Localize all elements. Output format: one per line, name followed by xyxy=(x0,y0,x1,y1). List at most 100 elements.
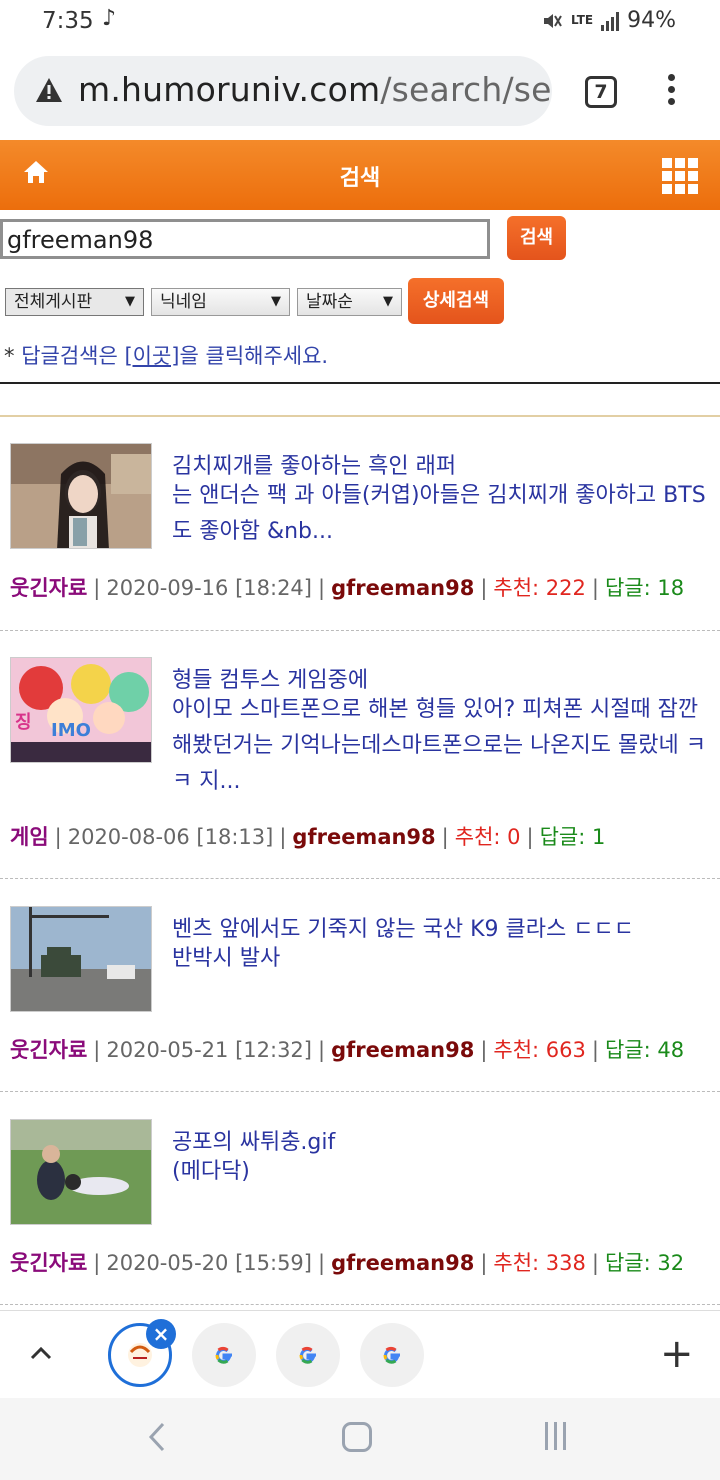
address-bar[interactable]: m.humoruniv.com/search/sea xyxy=(14,56,552,126)
reply-count: 48 xyxy=(657,1038,685,1062)
reply-label: 답글: xyxy=(604,576,651,600)
search-form: gfreeman98 검색 xyxy=(0,216,720,262)
sort-select-value: 날짜순 xyxy=(306,292,353,312)
reply-search-link[interactable]: [이곳] xyxy=(124,344,179,368)
post-title[interactable]: 김치찌개를 좋아하는 흑인 래퍼 xyxy=(172,448,717,480)
url-host: m.humoruniv.com xyxy=(78,70,381,109)
post-meta: 웃긴자료 | 2020-09-16 [18:24] | gfreeman98 | 추천: 2… xyxy=(10,576,685,600)
post-category[interactable]: 웃긴자료 xyxy=(10,1038,87,1062)
post-category[interactable]: 웃긴자료 xyxy=(10,1251,87,1275)
post-author[interactable]: gfreeman98 xyxy=(331,576,474,600)
google-icon xyxy=(215,1346,232,1364)
tab-google[interactable] xyxy=(276,1323,340,1387)
post-author[interactable]: gfreeman98 xyxy=(292,825,435,849)
svg-text:IMO: IMO xyxy=(51,720,91,741)
reply-label: 답글: xyxy=(604,1038,651,1062)
sort-select[interactable]: 날짜순 ▼ xyxy=(297,288,402,316)
close-icon[interactable]: × xyxy=(146,1319,176,1349)
post-date: 2020-08-06 [18:13] xyxy=(67,825,274,849)
detail-search-button[interactable]: 상세검색 xyxy=(408,278,504,324)
chevron-up-icon[interactable] xyxy=(28,1341,54,1367)
field-select[interactable]: 닉네임 ▼ xyxy=(151,288,290,316)
post-meta: 게임 | 2020-08-06 [18:13] | gfreeman98 | 추천: 0 | 답… xyxy=(10,825,606,849)
dropdown-arrow-icon: ▼ xyxy=(271,294,281,309)
divider xyxy=(0,1091,720,1092)
board-select[interactable]: 전체게시판 ▼ xyxy=(5,288,144,316)
page-title: 검색 xyxy=(339,166,381,191)
plus-icon[interactable]: + xyxy=(660,1331,694,1377)
reply-label: 답글: xyxy=(539,825,586,849)
reply-count: 32 xyxy=(657,1251,685,1275)
post-date: 2020-05-21 [12:32] xyxy=(106,1038,312,1062)
status-bar: 7:35 ♪ LTE 94% xyxy=(0,0,720,46)
search-button[interactable]: 검색 xyxy=(507,216,566,260)
warning-icon[interactable] xyxy=(34,76,64,104)
svg-text:징: 징 xyxy=(15,712,32,733)
network-label: LTE xyxy=(571,13,594,27)
recommend-count: 222 xyxy=(545,576,586,600)
post-date: 2020-05-20 [15:59] xyxy=(106,1251,312,1275)
google-icon xyxy=(299,1346,316,1364)
notice-bullet: * xyxy=(4,344,22,368)
post-excerpt: 반박시 발사 xyxy=(172,946,281,971)
post-thumbnail[interactable] xyxy=(10,906,152,1012)
url-path: /search/sea xyxy=(380,70,552,109)
tab-google[interactable] xyxy=(360,1323,424,1387)
post-excerpt: 아이모 스마트폰으로 해본 형들 있어? 피쳐폰 시절때 잠깐 해봤던거는 기억… xyxy=(172,697,706,794)
post-thumbnail[interactable] xyxy=(10,1119,152,1225)
post-excerpt: (메다닥) xyxy=(172,1159,250,1184)
recent-apps-icon[interactable] xyxy=(545,1422,566,1450)
more-menu-icon[interactable] xyxy=(664,74,678,108)
recommend-count: 663 xyxy=(545,1038,586,1062)
dropdown-arrow-icon: ▼ xyxy=(125,294,135,309)
status-time: 7:35 xyxy=(42,8,94,34)
filter-row: 전체게시판 ▼ 닉네임 ▼ 날짜순 ▼ 상세검색 xyxy=(0,278,720,328)
post-title[interactable]: 형들 컴투스 게임중에 xyxy=(172,662,717,694)
recommend-count: 338 xyxy=(545,1251,586,1275)
recommend-label: 추천: xyxy=(493,1038,540,1062)
site-header: 검색 xyxy=(0,140,720,210)
notice-text-before: 답글검색은 xyxy=(21,344,125,368)
search-input[interactable]: gfreeman98 xyxy=(0,219,490,259)
dropdown-arrow-icon: ▼ xyxy=(383,294,393,309)
post-title[interactable]: 공포의 싸튀충.gif xyxy=(172,1124,717,1156)
post-thumbnail[interactable]: 징 IMO xyxy=(10,657,152,763)
tab-strip: × + xyxy=(0,1310,720,1398)
divider xyxy=(0,1304,720,1305)
notice-text-after: 을 클릭해주세요. xyxy=(179,344,329,368)
reply-search-notice: * 답글검색은 [이곳]을 클릭해주세요. xyxy=(4,340,328,370)
signal-icon xyxy=(601,11,620,31)
tab-switcher-button[interactable]: 7 xyxy=(585,76,617,108)
divider xyxy=(0,630,720,631)
post-title[interactable]: 벤츠 앞에서도 기죽지 않는 국산 K9 클라스 ㄷㄷㄷ xyxy=(172,911,717,943)
reply-label: 답글: xyxy=(604,1251,651,1275)
post-category[interactable]: 게임 xyxy=(10,825,49,849)
field-select-value: 닉네임 xyxy=(160,292,207,312)
post-thumbnail[interactable] xyxy=(10,443,152,549)
mute-icon xyxy=(544,13,562,28)
reply-count: 18 xyxy=(657,576,685,600)
tab-google[interactable] xyxy=(192,1323,256,1387)
system-nav-bar xyxy=(0,1398,720,1480)
reply-count: 1 xyxy=(592,825,606,849)
apps-grid-icon[interactable] xyxy=(662,158,698,194)
post-author[interactable]: gfreeman98 xyxy=(331,1251,474,1275)
divider xyxy=(0,415,720,417)
back-icon[interactable] xyxy=(145,1420,169,1454)
recommend-label: 추천: xyxy=(493,1251,540,1275)
post-excerpt: 는 앤더슨 팩 과 아들(커엽)아들은 김치찌개 좋아하고 BTS도 좋아함 &… xyxy=(172,483,706,544)
browser-toolbar: m.humoruniv.com/search/sea 7 xyxy=(0,46,720,140)
home-button[interactable] xyxy=(342,1422,372,1452)
post-date: 2020-09-16 [18:24] xyxy=(106,576,312,600)
post-author[interactable]: gfreeman98 xyxy=(331,1038,474,1062)
recommend-label: 추천: xyxy=(454,825,501,849)
board-select-value: 전체게시판 xyxy=(14,292,93,312)
url-text[interactable]: m.humoruniv.com/search/sea xyxy=(78,70,552,109)
post-meta: 웃긴자료 | 2020-05-20 [15:59] | gfreeman98 | 추천: 3… xyxy=(10,1251,685,1275)
music-note-icon: ♪ xyxy=(102,6,117,31)
divider xyxy=(0,382,720,384)
recommend-count: 0 xyxy=(507,825,521,849)
post-category[interactable]: 웃긴자료 xyxy=(10,576,87,600)
recommend-label: 추천: xyxy=(493,576,540,600)
divider xyxy=(0,878,720,879)
